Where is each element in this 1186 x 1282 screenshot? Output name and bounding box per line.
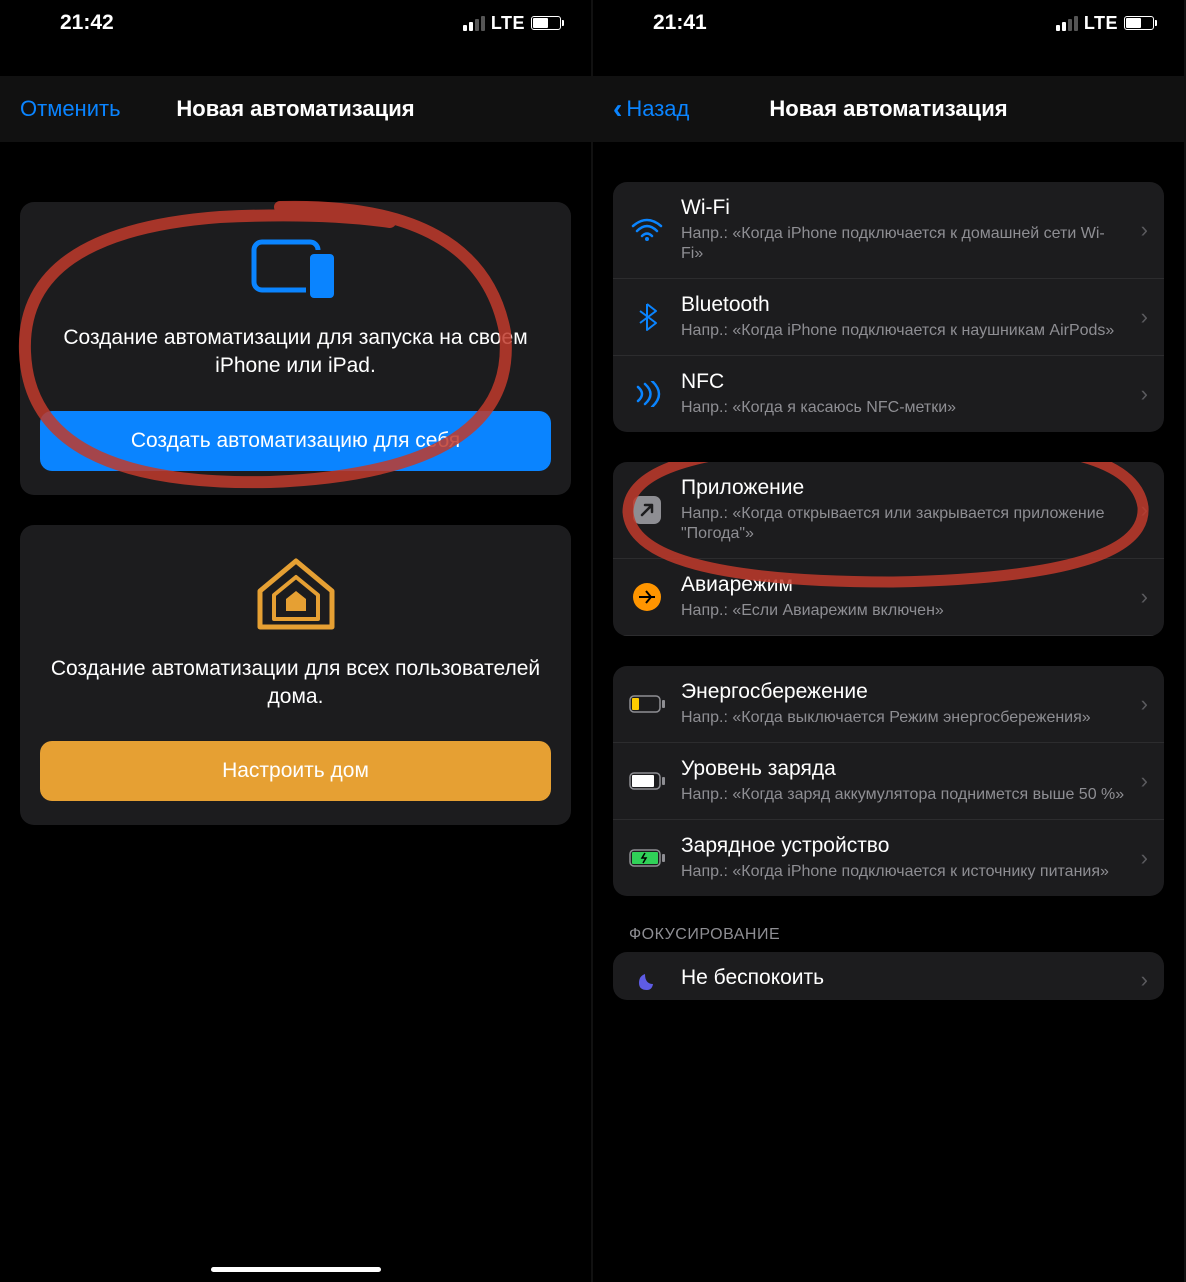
nav-bar: Отменить Новая автоматизация — [0, 76, 591, 142]
devices-icon — [40, 232, 551, 304]
row-title: NFC — [681, 370, 1127, 394]
trigger-group-connectivity: Wi-Fi Напр.: «Когда iPhone подключается … — [613, 182, 1164, 432]
row-sub: Напр.: «Когда открывается или закрываетс… — [681, 504, 1127, 544]
charger-icon — [627, 849, 667, 867]
row-title: Приложение — [681, 476, 1127, 500]
chevron-right-icon: › — [1141, 845, 1148, 871]
home-icon — [40, 555, 551, 635]
trigger-group-app: Приложение Напр.: «Когда открывается или… — [613, 462, 1164, 636]
network-label: LTE — [1084, 13, 1118, 34]
chevron-right-icon: › — [1141, 584, 1148, 610]
chevron-right-icon: › — [1141, 967, 1148, 993]
row-title: Wi-Fi — [681, 196, 1127, 220]
row-sub: Напр.: «Когда iPhone подключается к исто… — [681, 862, 1127, 882]
left-screenshot: 21:42 LTE Отменить Новая автоматизация С… — [0, 0, 593, 1282]
personal-automation-card: Создание автоматизации для запуска на св… — [20, 202, 571, 495]
content: Создание автоматизации для запуска на св… — [0, 142, 591, 875]
battery-icon — [531, 16, 561, 30]
create-personal-button[interactable]: Создать автоматизацию для себя — [40, 411, 551, 471]
row-bluetooth[interactable]: Bluetooth Напр.: «Когда iPhone подключае… — [613, 279, 1164, 356]
row-sub: Напр.: «Когда iPhone подключается к дома… — [681, 224, 1127, 264]
row-sub: Напр.: «Когда iPhone подключается к науш… — [681, 321, 1127, 341]
chevron-right-icon: › — [1141, 768, 1148, 794]
network-label: LTE — [491, 13, 525, 34]
status-time: 21:42 — [60, 11, 114, 35]
home-desc: Создание автоматизации для всех пользова… — [40, 655, 551, 712]
chevron-left-icon: ‹ — [613, 93, 622, 125]
row-title: Не беспокоить — [681, 966, 1127, 990]
app-icon — [627, 494, 667, 526]
content[interactable]: Wi-Fi Напр.: «Когда iPhone подключается … — [593, 142, 1184, 1020]
row-airplane[interactable]: Авиарежим Напр.: «Если Авиарежим включен… — [613, 559, 1164, 636]
airplane-icon — [627, 582, 667, 612]
row-title: Bluetooth — [681, 293, 1127, 317]
row-dnd[interactable]: Не беспокоить › — [613, 952, 1164, 1000]
bluetooth-icon — [627, 302, 667, 332]
right-screenshot: 21:41 LTE ‹ Назад Новая автоматизация Wi… — [593, 0, 1186, 1282]
row-lowpower[interactable]: Энергосбережение Напр.: «Когда выключает… — [613, 666, 1164, 743]
setup-home-button[interactable]: Настроить дом — [40, 741, 551, 801]
personal-desc: Создание автоматизации для запуска на св… — [40, 324, 551, 381]
trigger-group-battery: Энергосбережение Напр.: «Когда выключает… — [613, 666, 1164, 896]
battery-icon — [1124, 16, 1154, 30]
chevron-right-icon: › — [1141, 217, 1148, 243]
row-sub: Напр.: «Когда я касаюсь NFC-метки» — [681, 398, 1127, 418]
status-right: LTE — [1056, 13, 1154, 34]
battery-level-icon — [627, 772, 667, 790]
status-time: 21:41 — [653, 11, 707, 35]
row-wifi[interactable]: Wi-Fi Напр.: «Когда iPhone подключается … — [613, 182, 1164, 279]
nfc-icon — [627, 381, 667, 407]
dnd-icon — [627, 966, 667, 994]
status-right: LTE — [463, 13, 561, 34]
home-indicator[interactable] — [211, 1267, 381, 1272]
status-bar: 21:41 LTE — [593, 0, 1184, 46]
chevron-right-icon: › — [1141, 691, 1148, 717]
back-button[interactable]: ‹ Назад — [613, 93, 689, 125]
row-nfc[interactable]: NFC Напр.: «Когда я касаюсь NFC-метки» › — [613, 356, 1164, 432]
nav-bar: ‹ Назад Новая автоматизация — [593, 76, 1184, 142]
row-charger[interactable]: Зарядное устройство Напр.: «Когда iPhone… — [613, 820, 1164, 896]
lowpower-icon — [627, 695, 667, 713]
row-sub: Напр.: «Когда заряд аккумулятора подниме… — [681, 785, 1127, 805]
row-app[interactable]: Приложение Напр.: «Когда открывается или… — [613, 462, 1164, 559]
trigger-group-focus: Не беспокоить › — [613, 952, 1164, 1000]
row-sub: Напр.: «Когда выключается Режим энергосб… — [681, 708, 1127, 728]
chevron-right-icon: › — [1141, 497, 1148, 523]
section-header-focus: ФОКУСИРОВАНИЕ — [613, 926, 1164, 952]
wifi-icon — [627, 218, 667, 242]
row-sub: Напр.: «Если Авиарежим включен» — [681, 601, 1127, 621]
signal-icon — [463, 16, 485, 31]
home-automation-card: Создание автоматизации для всех пользова… — [20, 525, 571, 826]
chevron-right-icon: › — [1141, 381, 1148, 407]
row-batterylevel[interactable]: Уровень заряда Напр.: «Когда заряд аккум… — [613, 743, 1164, 820]
signal-icon — [1056, 16, 1078, 31]
chevron-right-icon: › — [1141, 304, 1148, 330]
cancel-button[interactable]: Отменить — [20, 96, 121, 122]
row-title: Уровень заряда — [681, 757, 1127, 781]
row-title: Авиарежим — [681, 573, 1127, 597]
status-bar: 21:42 LTE — [0, 0, 591, 46]
row-title: Зарядное устройство — [681, 834, 1127, 858]
row-title: Энергосбережение — [681, 680, 1127, 704]
